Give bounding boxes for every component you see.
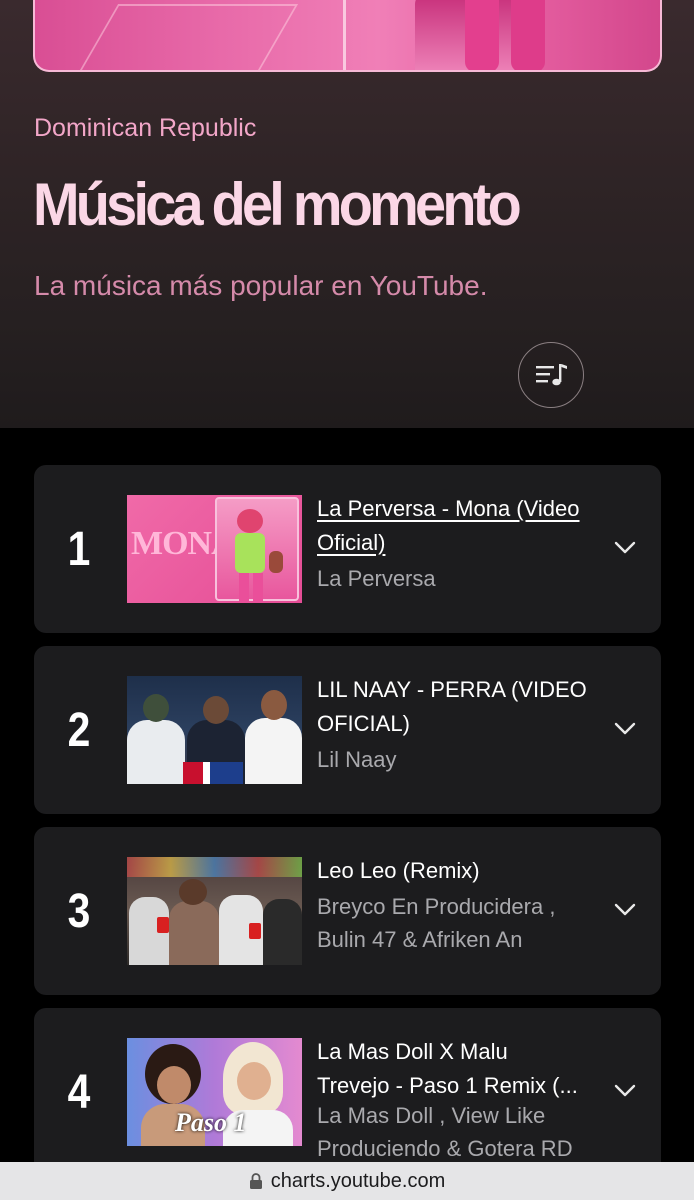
video-thumbnail[interactable]: [127, 676, 302, 784]
song-title-link[interactable]: LIL NAAY - PERRA (VIDEO OFICIAL): [317, 673, 599, 741]
song-info: La Mas Doll X Malu Trevejo - Paso 1 Remi…: [317, 1035, 599, 1165]
artist-line: Produciendo & Gotera RD: [317, 1136, 573, 1161]
rank-number: 4: [67, 1065, 91, 1119]
artist-name[interactable]: Lil Naay: [317, 743, 599, 776]
lock-icon: [249, 1173, 262, 1189]
chevron-down-icon[interactable]: [611, 533, 639, 561]
song-title-line: Trevejo - Paso 1 Remix (...: [317, 1073, 578, 1098]
chevron-down-icon[interactable]: [611, 895, 639, 923]
artist-line: Breyco En Producidera ,: [317, 894, 556, 919]
playlist-music-icon: [536, 364, 567, 386]
song-title-link[interactable]: Leo Leo (Remix): [317, 854, 599, 888]
thumbnail-title-text: Paso 1: [175, 1108, 247, 1137]
artist-name[interactable]: La Mas Doll , View Like Produciendo & Go…: [317, 1099, 599, 1165]
rank-number: 3: [67, 884, 91, 938]
playlist-button[interactable]: [518, 342, 584, 408]
rank-number: 1: [67, 522, 91, 576]
chevron-down-icon[interactable]: [611, 714, 639, 742]
song-title-line: OFICIAL): [317, 711, 410, 736]
song-title-line: Oficial): [317, 530, 386, 555]
song-info: LIL NAAY - PERRA (VIDEO OFICIAL) Lil Naa…: [317, 673, 599, 776]
url-text: charts.youtube.com: [270, 1169, 446, 1192]
song-title-line: La Perversa - Mona (Video: [317, 496, 580, 521]
page-title: Música del momento: [33, 171, 522, 238]
browser-url-bar[interactable]: charts.youtube.com: [0, 1162, 694, 1200]
rank-number: 2: [67, 703, 91, 757]
country-label: Dominican Republic: [34, 114, 257, 142]
song-info: La Perversa - Mona (Video Oficial) La Pe…: [317, 492, 599, 595]
chevron-down-icon[interactable]: [611, 1076, 639, 1104]
artist-line: La Perversa: [317, 566, 436, 591]
video-thumbnail[interactable]: [127, 857, 302, 965]
song-title-link[interactable]: La Mas Doll X Malu Trevejo - Paso 1 Remi…: [317, 1035, 599, 1103]
song-title-line: La Mas Doll X Malu: [317, 1039, 508, 1064]
song-title-link[interactable]: La Perversa - Mona (Video Oficial): [317, 492, 599, 560]
hero-header: Dominican Republic Música del momento La…: [0, 0, 694, 428]
chart-row[interactable]: 2 LIL NAAY - PERRA (VIDEO OFICIAL) Lil N…: [34, 646, 661, 814]
song-title-line: Leo Leo (Remix): [317, 858, 480, 883]
chart-row[interactable]: 1 MONA La Perversa - Mona (Video Oficial…: [34, 465, 661, 633]
artist-name[interactable]: La Perversa: [317, 562, 599, 595]
chart-row[interactable]: 3 Leo Leo (Remix) Breyco En Producidera …: [34, 827, 661, 995]
song-info: Leo Leo (Remix) Breyco En Producidera , …: [317, 854, 599, 956]
page-subtitle: La música más popular en YouTube.: [34, 270, 488, 301]
video-thumbnail[interactable]: Paso 1: [127, 1038, 302, 1146]
chart-row[interactable]: 4 Paso 1 La Mas Doll X Malu Trevejo - Pa…: [34, 1008, 661, 1176]
hero-banner-image: [33, 0, 662, 72]
artist-line: La Mas Doll , View Like: [317, 1103, 546, 1128]
artist-name[interactable]: Breyco En Producidera , Bulin 47 & Afrik…: [317, 890, 599, 956]
artist-line: Lil Naay: [317, 747, 397, 772]
artist-line: Bulin 47 & Afriken An: [317, 927, 523, 952]
song-title-line: LIL NAAY - PERRA (VIDEO: [317, 677, 587, 702]
video-thumbnail[interactable]: MONA: [127, 495, 302, 603]
